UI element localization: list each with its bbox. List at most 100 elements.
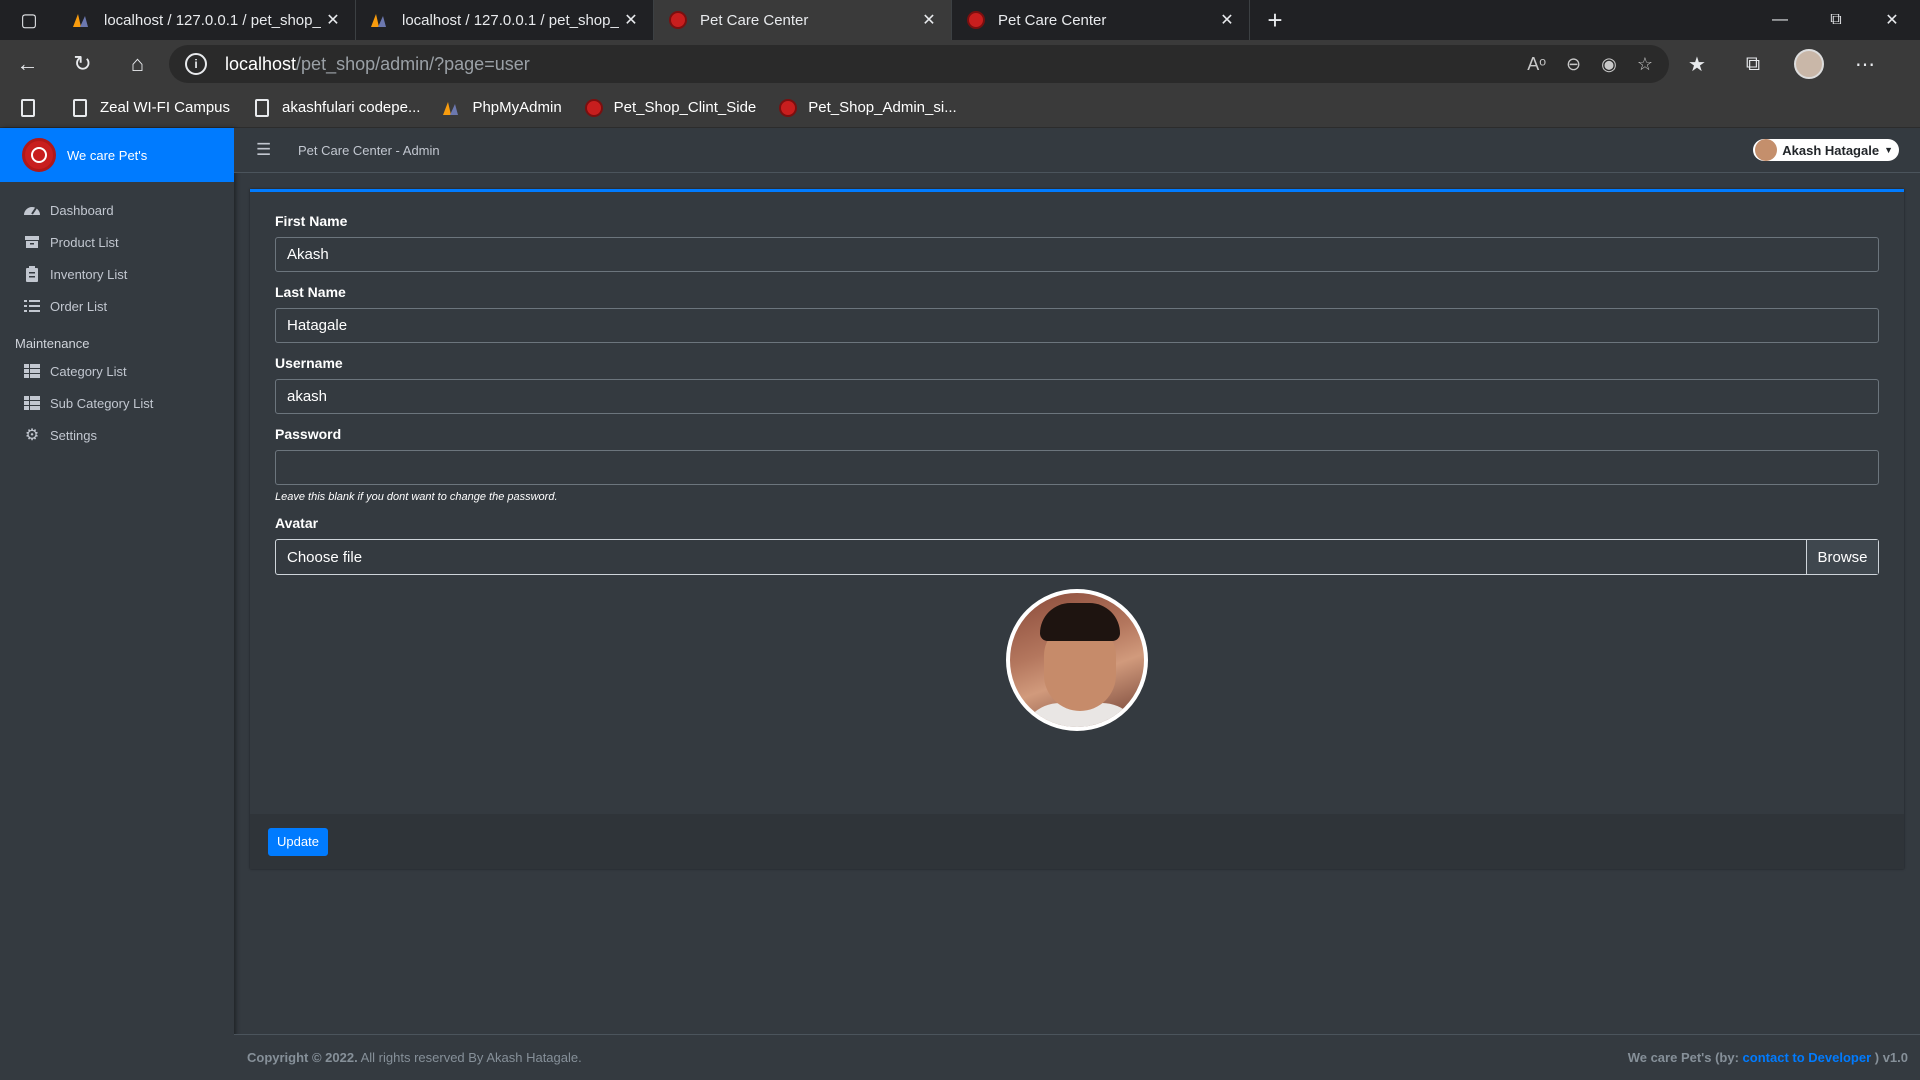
avatar-label: Avatar: [275, 515, 319, 531]
top-navbar: ☰ Pet Care Center - Admin Akash Hatagale…: [234, 128, 1920, 173]
footer-credits: We care Pet's (by: contact to Developer …: [1628, 1050, 1908, 1065]
brand-link[interactable]: We care Pet's: [0, 128, 234, 182]
avatar-file-input[interactable]: Choose file Browse: [275, 539, 1879, 575]
bookmark-item[interactable]: Pet_Shop_Clint_Side: [584, 98, 757, 118]
new-tab-icon[interactable]: +: [1250, 0, 1300, 40]
password-group: Password Leave this blank if you dont wa…: [275, 426, 1879, 503]
bookmark-label: PhpMyAdmin: [472, 99, 562, 116]
hamburger-menu-icon[interactable]: ☰: [256, 140, 276, 160]
table-icon: [22, 364, 42, 378]
footer-suffix: ) v1.0: [1871, 1050, 1908, 1065]
tab-title: Pet Care Center: [998, 11, 1107, 29]
copyright-rest: All rights reserved By Akash Hatagale.: [357, 1050, 582, 1065]
close-icon[interactable]: ✕: [621, 10, 641, 30]
phpmyadmin-icon: [72, 10, 92, 30]
window-close-icon[interactable]: ✕: [1864, 0, 1920, 40]
back-icon[interactable]: ←: [0, 51, 55, 77]
cookie-icon[interactable]: ◉: [1601, 54, 1617, 75]
file-input-label: Choose file: [287, 548, 363, 566]
sidebar-item-label: Category List: [50, 363, 127, 379]
contact-developer-link[interactable]: contact to Developer: [1743, 1050, 1872, 1065]
sidebar-item-settings[interactable]: ⚙ Settings: [0, 419, 234, 451]
page-footer: Copyright © 2022. All rights reserved By…: [234, 1034, 1920, 1080]
bookmark-item[interactable]: Zeal WI-FI Campus: [70, 98, 230, 118]
tachometer-icon: [22, 203, 42, 217]
last-name-field[interactable]: Hatagale: [275, 308, 1879, 343]
caret-down-icon: ▼: [1884, 145, 1893, 155]
collections-icon[interactable]: ⧉: [1725, 53, 1781, 76]
refresh-icon[interactable]: ↻: [55, 51, 110, 77]
tab-title: localhost / 127.0.0.1 / pet_shop_: [402, 11, 619, 29]
first-name-field[interactable]: Akash: [275, 237, 1879, 272]
pet-logo-icon: [668, 10, 688, 30]
document-icon: [70, 98, 90, 118]
sidebar-item-label: Dashboard: [50, 202, 114, 218]
sidebar-item-product-list[interactable]: Product List: [0, 226, 234, 258]
username-group: Username akash: [275, 355, 1879, 414]
close-icon[interactable]: ✕: [919, 10, 939, 30]
close-icon[interactable]: ✕: [323, 10, 343, 30]
tab-title: localhost / 127.0.0.1 / pet_shop_: [104, 11, 321, 29]
close-icon[interactable]: ✕: [1217, 10, 1237, 30]
bookmark-item[interactable]: akashfulari codepe...: [252, 98, 420, 118]
sidebar-item-label: Settings: [50, 427, 97, 443]
bookmark-label: Pet_Shop_Clint_Side: [613, 99, 757, 116]
sidebar-item-label: Sub Category List: [50, 395, 154, 411]
pet-logo-icon: [966, 10, 986, 30]
bookmark-folder[interactable]: [18, 98, 48, 118]
nav-section-header: Maintenance: [15, 336, 90, 351]
add-favorite-icon[interactable]: ☆: [1637, 54, 1653, 75]
site-info-icon[interactable]: i: [185, 53, 207, 75]
browser-tab[interactable]: Pet Care Center ✕: [952, 0, 1250, 40]
minimize-icon[interactable]: —: [1752, 0, 1808, 40]
favorites-icon[interactable]: ★: [1669, 52, 1725, 77]
card-footer: Update: [250, 814, 1904, 869]
browser-tab-active[interactable]: Pet Care Center ✕: [654, 0, 952, 40]
address-bar: ← ↻ ⌂ i localhost/pet_shop/admin/?page=u…: [0, 40, 1920, 88]
avatar: [1755, 139, 1778, 161]
sidebar-item-dashboard[interactable]: Dashboard: [0, 194, 234, 226]
browser-tab[interactable]: localhost / 127.0.0.1 / pet_shop_ ✕: [356, 0, 654, 40]
username-field[interactable]: akash: [275, 379, 1879, 414]
user-form-card: First Name Akash Last Name Hatagale User…: [250, 189, 1904, 869]
footer-brand: We care Pet's (by:: [1627, 1050, 1743, 1065]
sidebar-nav: Dashboard Product List Inventory List Or…: [0, 182, 234, 451]
tab-title: Pet Care Center: [700, 11, 809, 29]
browser-tab-bar: ▢ localhost / 127.0.0.1 / pet_shop_ ✕ lo…: [0, 0, 1920, 40]
read-aloud-icon[interactable]: Aᵒ: [1527, 54, 1546, 75]
last-name-label: Last Name: [275, 284, 346, 300]
cogs-icon: ⚙: [24, 427, 40, 444]
profile-avatar[interactable]: [1781, 49, 1837, 79]
zoom-out-icon[interactable]: ⊖: [1566, 54, 1581, 75]
home-icon[interactable]: ⌂: [110, 51, 165, 77]
restore-icon[interactable]: ⧉: [1808, 0, 1864, 40]
bookmark-label: Pet_Shop_Admin_si...: [808, 99, 957, 116]
bookmarks-bar: Zeal WI-FI Campus akashfulari codepe... …: [0, 88, 1920, 128]
user-dropdown[interactable]: Akash Hatagale ▼: [1753, 139, 1899, 161]
password-hint: Leave this blank if you dont want to cha…: [275, 491, 558, 503]
bookmark-item[interactable]: Pet_Shop_Admin_si...: [778, 98, 957, 118]
browser-tab[interactable]: localhost / 127.0.0.1 / pet_shop_ ✕: [58, 0, 356, 40]
tab-actions-icon[interactable]: ▢: [0, 0, 58, 40]
sidebar-item-category-list[interactable]: Category List: [0, 355, 234, 387]
list-icon: [22, 299, 42, 313]
sidebar-item-inventory-list[interactable]: Inventory List: [0, 258, 234, 290]
username-label: Username: [275, 355, 343, 371]
url-input[interactable]: i localhost/pet_shop/admin/?page=user Aᵒ…: [169, 45, 1669, 83]
bookmark-item[interactable]: PhpMyAdmin: [442, 98, 562, 118]
bookmark-label: akashfulari codepe...: [282, 99, 421, 116]
sidebar-item-order-list[interactable]: Order List: [0, 290, 234, 322]
document-icon: [18, 98, 38, 118]
browse-button[interactable]: Browse: [1806, 540, 1878, 574]
password-label: Password: [275, 426, 342, 442]
user-name: Akash Hatagale: [1782, 142, 1880, 158]
copyright-text: Copyright © 2022. All rights reserved By…: [247, 1050, 582, 1065]
sidebar-item-sub-category-list[interactable]: Sub Category List: [0, 387, 234, 419]
avatar-preview-wrap: [275, 589, 1879, 731]
phpmyadmin-icon: [370, 10, 390, 30]
password-field[interactable]: [275, 450, 1879, 485]
more-icon[interactable]: ⋯: [1837, 52, 1893, 77]
update-button[interactable]: Update: [268, 827, 328, 856]
page-title: Pet Care Center - Admin: [298, 142, 440, 158]
url-path: /pet_shop/admin/?page=user: [296, 53, 530, 74]
